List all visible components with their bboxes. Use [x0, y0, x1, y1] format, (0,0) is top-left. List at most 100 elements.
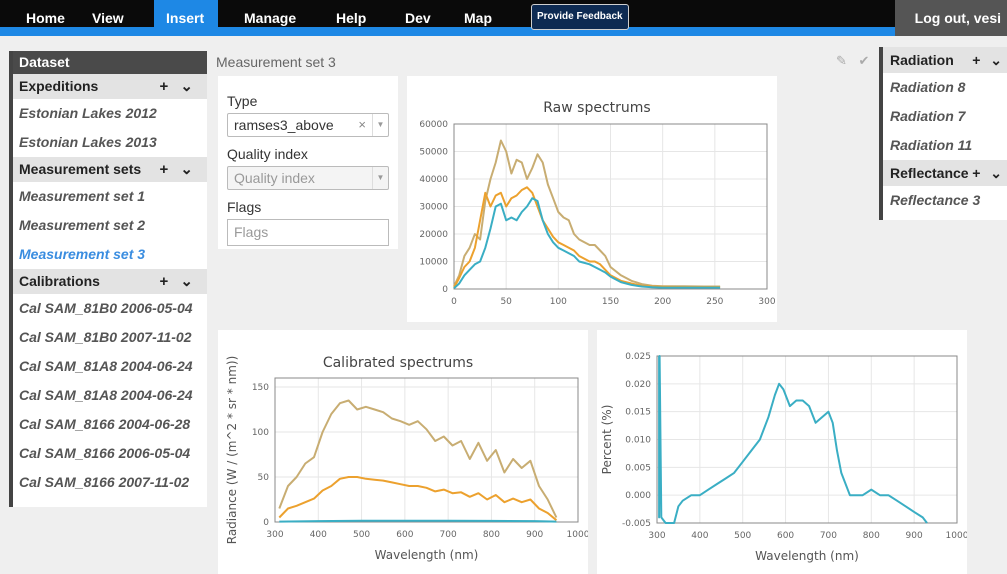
measurement-sets-section-header: Measurement sets + ⌄ — [13, 157, 207, 182]
y-axis-label: Percent (%) — [600, 405, 614, 475]
y-tick-label: 60000 — [419, 120, 448, 130]
x-tick-label: 500 — [353, 530, 370, 540]
measurement-set-item[interactable]: Measurement set 1 — [13, 182, 207, 211]
type-value: ramses3_above — [234, 117, 334, 133]
y-tick-label: 50 — [258, 473, 270, 483]
x-tick-label: 400 — [310, 530, 327, 540]
calibrated-spectrums-chart: Calibrated spectrums 300 400 500 600 700 800 90… — [218, 330, 588, 574]
x-axis-label: Wavelength (nm) — [375, 548, 479, 562]
y-tick-label: 0 — [263, 518, 269, 528]
expeditions-section-header: Expeditions + ⌄ — [13, 74, 207, 99]
flags-input[interactable]: Flags — [227, 219, 389, 246]
radiation-item[interactable]: Radiation 11 — [883, 131, 1007, 160]
expeditions-controls[interactable]: + ⌄ — [160, 74, 198, 99]
expeditions-label: Expeditions — [19, 78, 99, 94]
logout-button[interactable]: Log out, vesi — [895, 0, 1007, 36]
clear-icon[interactable]: × — [358, 114, 366, 136]
y-tick-label: 0.000 — [625, 491, 651, 501]
y-tick-label: 0.025 — [625, 352, 651, 362]
x-tick-label: 200 — [654, 297, 671, 307]
series-line — [453, 186, 721, 289]
y-tick-label: 150 — [252, 383, 269, 393]
x-tick-label: 900 — [906, 531, 923, 541]
x-tick-label: 150 — [602, 297, 619, 307]
nav-manage[interactable]: Manage — [232, 0, 308, 36]
y-tick-label: 30000 — [419, 203, 448, 213]
series-line — [278, 476, 558, 521]
calibration-item[interactable]: Cal SAM_8166 2006-05-04 — [13, 439, 207, 468]
y-axis-label: Radiance (W / (m^2 * sr * nm)) — [225, 356, 239, 545]
y-tick-label: -0.005 — [622, 519, 651, 529]
chevron-down-icon[interactable]: ▼ — [372, 114, 388, 136]
expedition-item[interactable]: Estonian Lakes 2013 — [13, 128, 207, 157]
chart-title: Raw spectrums — [543, 100, 650, 116]
quality-index-placeholder: Quality index — [234, 170, 315, 186]
x-tick-label: 1000 — [567, 530, 588, 540]
top-nav-bar: Home View Insert Manage Help Dev Map Pro… — [0, 0, 1007, 36]
measurement-set-item-active[interactable]: Measurement set 3 — [13, 240, 207, 269]
x-tick-label: 700 — [820, 531, 837, 541]
x-tick-label: 300 — [648, 531, 665, 541]
dataset-header: Dataset — [13, 51, 207, 74]
y-tick-label: 50000 — [419, 148, 448, 158]
provide-feedback-button[interactable]: Provide Feedback — [531, 4, 629, 30]
calibration-item[interactable]: Cal SAM_81A8 2004-06-24 — [13, 352, 207, 381]
edit-save-icons[interactable]: ✎ ✔ — [836, 53, 873, 69]
x-tick-label: 0 — [451, 297, 457, 307]
y-tick-label: 0 — [442, 285, 448, 295]
nav-map[interactable]: Map — [452, 0, 504, 36]
percent-svg: 300 400 500 600 700 800 900 1000 -0.005 0.000 0.00… — [600, 352, 967, 563]
calibrations-label: Calibrations — [19, 273, 100, 289]
x-tick-label: 250 — [706, 297, 723, 307]
nav-view[interactable]: View — [80, 0, 136, 36]
type-label: Type — [227, 93, 258, 109]
measurement-set-item[interactable]: Measurement set 2 — [13, 211, 207, 240]
y-tick-label: 100 — [252, 428, 269, 438]
chevron-down-icon[interactable]: ▼ — [372, 167, 388, 189]
page-title: Measurement set 3 — [216, 54, 336, 70]
x-tick-label: 600 — [777, 531, 794, 541]
measurement-sets-controls[interactable]: + ⌄ — [160, 157, 198, 182]
x-tick-label: 400 — [691, 531, 708, 541]
dataset-sidebar: Dataset Expeditions + ⌄ Estonian Lakes 2… — [9, 51, 207, 507]
reflectance-section-header: Reflectance + ⌄ — [883, 160, 1007, 186]
measurement-sets-label: Measurement sets — [19, 161, 142, 177]
y-tick-label: 20000 — [419, 230, 448, 240]
x-tick-label: 300 — [758, 297, 775, 307]
x-tick-label: 100 — [550, 297, 567, 307]
spectra-sidebar: Radiation + ⌄ Radiation 8 Radiation 7 Ra… — [879, 47, 1007, 220]
reflectance-item[interactable]: Reflectance 3 — [883, 186, 1007, 215]
reflectance-controls[interactable]: + ⌄ — [972, 160, 1005, 186]
calibration-item[interactable]: Cal SAM_8166 2007-11-02 — [13, 468, 207, 497]
calibration-item[interactable]: Cal SAM_8166 2004-06-28 — [13, 410, 207, 439]
nav-insert[interactable]: Insert — [154, 0, 218, 36]
quality-index-select[interactable]: Quality index ▼ — [227, 166, 389, 190]
reflectance-label: Reflectance — [890, 165, 969, 181]
nav-help[interactable]: Help — [324, 0, 378, 36]
measurement-form: Type ramses3_above × ▼ Quality index Qua… — [218, 76, 398, 249]
nav-home[interactable]: Home — [14, 0, 77, 36]
radiation-item[interactable]: Radiation 8 — [883, 73, 1007, 102]
raw-spectrums-svg: Raw spectrums 0 50 100 150 200 250 300 0 10000 200… — [419, 100, 775, 307]
nav-dev[interactable]: Dev — [393, 0, 443, 36]
calibration-item[interactable]: Cal SAM_81A8 2004-06-24 — [13, 381, 207, 410]
y-tick-label: 0.015 — [625, 408, 651, 418]
x-tick-label: 300 — [266, 530, 283, 540]
flags-label: Flags — [227, 199, 262, 215]
radiation-controls[interactable]: + ⌄ — [972, 47, 1005, 73]
calibrated-spectrums-svg: Calibrated spectrums300 400 500 600 700 800 90… — [225, 355, 588, 562]
y-tick-label: 0.005 — [625, 463, 651, 473]
calibration-item[interactable]: Cal SAM_81B0 2006-05-04 — [13, 294, 207, 323]
radiation-item[interactable]: Radiation 7 — [883, 102, 1007, 131]
x-tick-label: 800 — [483, 530, 500, 540]
x-tick-label: 1000 — [946, 531, 967, 541]
y-tick-label: 0.020 — [625, 380, 651, 390]
type-select[interactable]: ramses3_above × ▼ — [227, 113, 389, 137]
x-tick-label: 900 — [526, 530, 543, 540]
calibrations-section-header: Calibrations + ⌄ — [13, 269, 207, 294]
expedition-item[interactable]: Estonian Lakes 2012 — [13, 99, 207, 128]
x-tick-label: 700 — [440, 530, 457, 540]
calibrations-controls[interactable]: + ⌄ — [160, 269, 198, 294]
calibration-item[interactable]: Cal SAM_81B0 2007-11-02 — [13, 323, 207, 352]
raw-spectrums-chart: Raw spectrums 0 50 100 150 200 250 300 0 10000 200… — [407, 76, 777, 322]
